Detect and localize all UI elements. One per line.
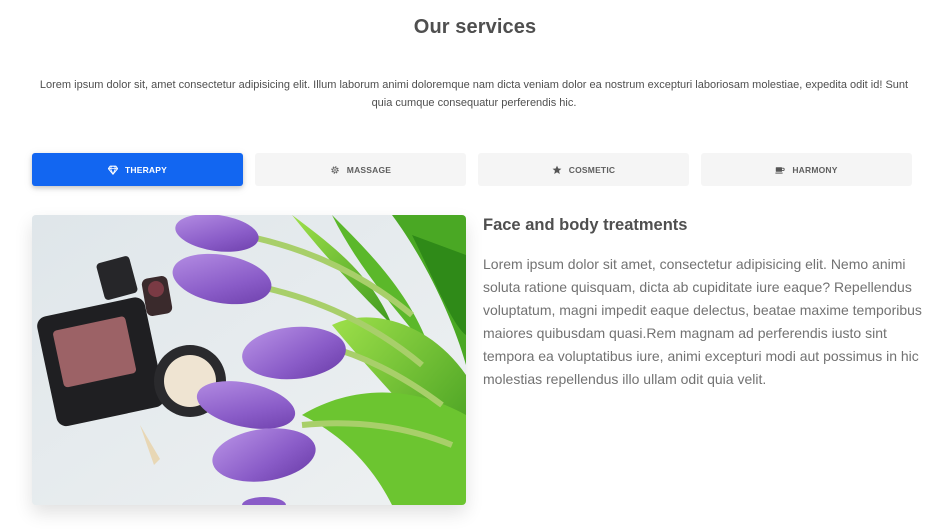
content-title: Face and body treatments [483, 216, 688, 234]
service-tabs: Therapy Massage Cosmetic [32, 153, 912, 186]
section-intro: Lorem ipsum dolor sit, amet consectetur … [39, 79, 909, 109]
tab-label: Harmony [792, 164, 838, 175]
content-body: Lorem ipsum dolor sit amet, consectetur … [483, 256, 922, 387]
service-image [32, 215, 466, 505]
gem-icon [107, 165, 118, 175]
tab-label: Therapy [124, 164, 168, 175]
tab-therapy[interactable]: Therapy [32, 153, 243, 186]
tab-massage[interactable]: Massage [255, 153, 466, 186]
tab-label: Cosmetic [568, 164, 616, 175]
tab-cosmetic[interactable]: Cosmetic [478, 153, 689, 186]
section-title: Our services [413, 16, 537, 38]
tab-harmony[interactable]: Harmony [701, 153, 912, 186]
coffee-cup-icon [775, 165, 785, 175]
star-icon [552, 165, 562, 175]
tab-label: Massage [346, 164, 392, 175]
gear-icon [330, 165, 340, 175]
services-section: Our services Lorem ipsum dolor sit, amet… [0, 0, 950, 531]
